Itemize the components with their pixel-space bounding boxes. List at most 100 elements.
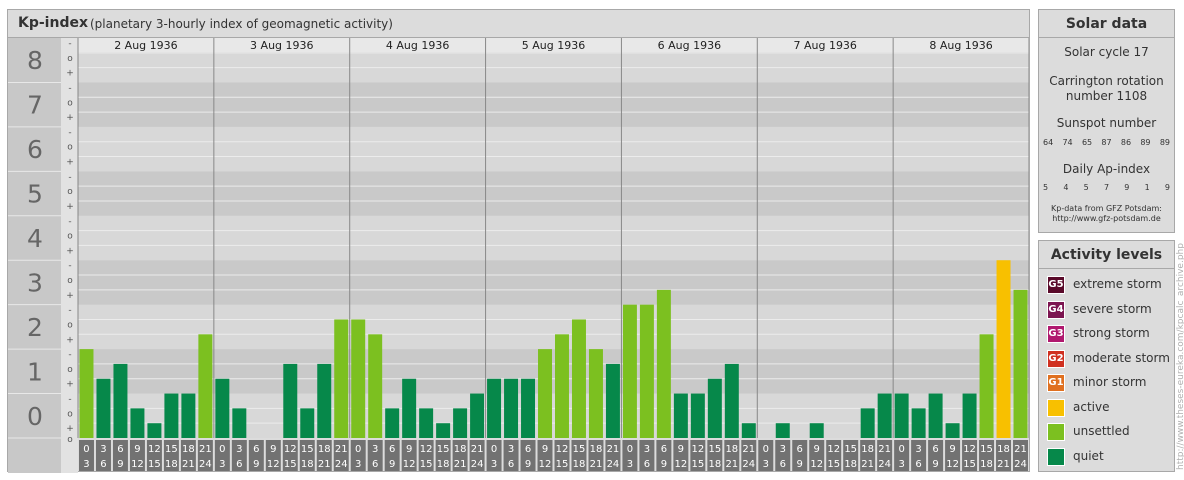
- kp-bar: [1013, 289, 1028, 438]
- hour-start-label: 21: [607, 444, 620, 455]
- kp-bar: [283, 363, 298, 438]
- ap-value: 5: [1083, 183, 1089, 192]
- hour-end-label: 21: [997, 459, 1010, 470]
- activity-header: Activity levels: [1039, 241, 1174, 269]
- legend-item: G4 severe storm: [1047, 300, 1172, 321]
- hour-start-label: 3: [915, 444, 921, 455]
- kp-band: [78, 304, 1029, 350]
- kp-bar: [656, 289, 671, 438]
- hour-start-label: 9: [949, 444, 955, 455]
- legend-label: strong storm: [1073, 326, 1150, 340]
- ap-value: 9: [1164, 183, 1170, 192]
- kp-bar: [741, 423, 756, 438]
- hour-end-label: 12: [539, 459, 552, 470]
- kp-bar: [436, 423, 451, 438]
- hour-end-label: 15: [420, 459, 433, 470]
- credit-line1: Kp-data from GFZ Potsdam:: [1051, 204, 1162, 213]
- y-minor-mark: o: [67, 365, 73, 375]
- ap-values: 5 4 5 7 9 1 9: [1043, 183, 1170, 192]
- hour-end-label: 15: [284, 459, 297, 470]
- kp-bar: [962, 393, 977, 438]
- legend-swatch: [1047, 423, 1065, 441]
- kp-bar: [605, 363, 620, 438]
- kp-bar: [79, 349, 94, 438]
- hour-start-label: 15: [573, 444, 586, 455]
- legend-label: moderate storm: [1073, 350, 1170, 365]
- credit-line2: http://www.gfz-potsdam.de: [1052, 214, 1161, 223]
- kp-bar: [690, 393, 705, 438]
- hour-start-label: 9: [406, 444, 412, 455]
- legend-swatch: G5: [1047, 276, 1065, 294]
- y-minor-mark: o: [67, 435, 73, 445]
- kp-bar: [707, 378, 722, 438]
- day-label: 8 Aug 1936: [929, 39, 992, 52]
- hour-end-label: 9: [389, 459, 395, 470]
- hour-end-label: 24: [335, 459, 348, 470]
- kp-bar: [181, 393, 196, 438]
- hour-end-label: 21: [454, 459, 467, 470]
- hour-end-label: 9: [525, 459, 531, 470]
- hour-start-label: 9: [270, 444, 276, 455]
- hour-start-label: 3: [236, 444, 242, 455]
- activity-levels-panel: Activity levels G5 extreme storm G4 severe …: [1038, 240, 1175, 472]
- legend-swatch: G2: [1047, 349, 1065, 368]
- y-minor-mark: -: [68, 350, 71, 360]
- hour-end-label: 12: [946, 459, 959, 470]
- day-label: 4 Aug 1936: [386, 39, 449, 52]
- hour-start-label: 6: [525, 444, 531, 455]
- hour-end-label: 18: [437, 459, 450, 470]
- kp-bar: [368, 334, 383, 438]
- hour-end-label: 3: [627, 459, 633, 470]
- hour-end-label: 9: [253, 459, 259, 470]
- kp-bar: [198, 334, 213, 438]
- hour-start-label: 0: [627, 444, 633, 455]
- hour-end-label: 21: [861, 459, 874, 470]
- kp-bar: [521, 378, 536, 438]
- hour-start-label: 21: [1014, 444, 1027, 455]
- kp-band: [78, 260, 1029, 305]
- y-minor-mark: -: [68, 306, 71, 316]
- carrington-line2: number 1108: [1065, 89, 1148, 103]
- day-label: 7 Aug 1936: [793, 39, 856, 52]
- y-minor-mark: -: [68, 39, 71, 49]
- hour-start-label: 21: [471, 444, 484, 455]
- hour-start-label: 15: [165, 444, 178, 455]
- legend-swatch: G4: [1047, 300, 1065, 319]
- hour-start-label: 0: [491, 444, 497, 455]
- kp-bar: [945, 423, 960, 438]
- legend-item: G2 moderate storm: [1047, 349, 1172, 370]
- hour-start-label: 3: [100, 444, 106, 455]
- legend-label: extreme storm: [1073, 277, 1162, 291]
- legend-item: quiet: [1047, 447, 1172, 468]
- hour-end-label: 3: [898, 459, 904, 470]
- hour-end-label: 18: [708, 459, 721, 470]
- hour-start-label: 15: [844, 444, 857, 455]
- hour-start-label: 21: [199, 444, 212, 455]
- hour-start-label: 6: [661, 444, 667, 455]
- y-minor-mark: o: [67, 54, 73, 64]
- hour-end-label: 24: [471, 459, 484, 470]
- hour-start-label: 15: [708, 444, 721, 455]
- hour-end-label: 9: [661, 459, 667, 470]
- hour-end-label: 18: [301, 459, 314, 470]
- y-tick-label: 6: [27, 135, 43, 164]
- kp-bar: [317, 363, 332, 438]
- hour-start-label: 12: [148, 444, 161, 455]
- hour-end-label: 15: [556, 459, 569, 470]
- kp-bar: [113, 363, 128, 438]
- kp-bar: [232, 408, 247, 438]
- hour-start-label: 0: [83, 444, 89, 455]
- sunspot-value: 86: [1120, 138, 1132, 147]
- hour-start-label: 6: [797, 444, 803, 455]
- hour-end-label: 12: [403, 459, 416, 470]
- chart-title: Kp-index: [18, 15, 88, 31]
- y-tick-label: 8: [27, 46, 43, 75]
- hour-end-label: 18: [165, 459, 178, 470]
- kp-bar: [96, 378, 111, 438]
- y-tick-label: 3: [27, 268, 43, 297]
- solar-header: Solar data: [1039, 10, 1174, 38]
- sunspot-label: Sunspot number: [1056, 116, 1157, 130]
- kp-bar: [673, 393, 688, 438]
- y-minor-mark: -: [68, 217, 71, 227]
- kp-bar: [860, 408, 875, 438]
